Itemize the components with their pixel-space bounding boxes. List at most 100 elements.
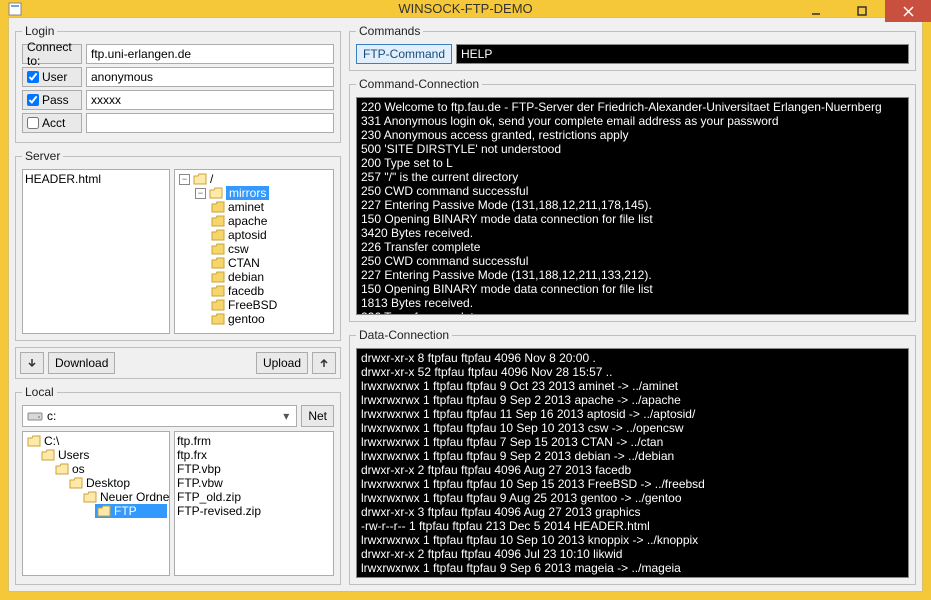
transfer-bar: Download Upload	[15, 347, 341, 379]
folder-icon	[69, 477, 83, 489]
console-line: lrwxrwxrwx 1 ftpfau ftpfau 9 Sep 2 2013 …	[361, 393, 904, 407]
console-line: 220 Welcome to ftp.fau.de - FTP-Server d…	[361, 100, 904, 114]
tree-node-root[interactable]: −/	[177, 172, 331, 186]
titlebar[interactable]: WINSOCK-FTP-DEMO	[0, 0, 931, 17]
folder-icon	[211, 243, 225, 255]
tree-node[interactable]: gentoo	[209, 312, 331, 326]
file-item[interactable]: ftp.frm	[177, 434, 331, 448]
console-line: 250 CWD command successful	[361, 254, 904, 268]
tree-node[interactable]: apache	[209, 214, 331, 228]
acct-label[interactable]: Acct	[22, 113, 82, 133]
tree-node-selected[interactable]: FTP	[95, 504, 167, 518]
chevron-down-icon: ▾	[278, 409, 294, 423]
console-line: lrwxrwxrwx 1 ftpfau ftpfau 10 Sep 15 201…	[361, 477, 904, 491]
ftp-command-input[interactable]	[456, 44, 909, 64]
download-button[interactable]: Download	[48, 352, 115, 374]
user-input[interactable]	[86, 67, 334, 87]
acct-checkbox[interactable]	[27, 117, 39, 129]
server-file-list[interactable]: HEADER.html	[22, 169, 170, 334]
command-connection-console[interactable]: 220 Welcome to ftp.fau.de - FTP-Server d…	[356, 97, 909, 315]
tree-node[interactable]: facedb	[209, 284, 331, 298]
console-line: 500 'SITE DIRSTYLE' not understood	[361, 142, 904, 156]
upload-icon-button[interactable]	[312, 352, 336, 374]
console-line: lrwxrwxrwx 1 ftpfau ftpfau 9 Sep 2 2013 …	[361, 449, 904, 463]
console-line: 200 Type set to L	[361, 156, 904, 170]
net-button[interactable]: Net	[301, 405, 334, 427]
collapse-icon[interactable]: −	[195, 188, 206, 199]
local-group: Local c: ▾ Net C:\UsersosDesktopNeuer Or…	[15, 385, 341, 585]
login-legend: Login	[22, 24, 57, 38]
pass-label[interactable]: Pass	[22, 90, 82, 110]
file-item[interactable]: ftp.frx	[177, 448, 331, 462]
collapse-icon[interactable]: −	[179, 174, 190, 185]
local-dir-tree[interactable]: C:\UsersosDesktopNeuer Ordner (7)FTP	[22, 431, 170, 576]
console-line: lrwxrwxrwx 1 ftpfau ftpfau 9 Sep 6 2013 …	[361, 561, 904, 575]
data-connection-group: Data-Connection drwxr-xr-x 8 ftpfau ftpf…	[349, 328, 916, 585]
folder-icon	[209, 187, 223, 199]
file-item[interactable]: FTP-revised.zip	[177, 504, 331, 518]
folder-icon	[27, 435, 41, 447]
download-icon-button[interactable]	[20, 352, 44, 374]
folder-icon	[211, 215, 225, 227]
console-line: lrwxrwxrwx 1 ftpfau ftpfau 10 Sep 10 201…	[361, 421, 904, 435]
maximize-button[interactable]	[839, 0, 885, 22]
drive-label: c:	[47, 409, 56, 423]
folder-icon	[193, 173, 207, 185]
console-line: 226 Transfer complete	[361, 240, 904, 254]
ftp-command-button[interactable]: FTP-Command	[356, 44, 452, 64]
file-item[interactable]: FTP.vbw	[177, 476, 331, 490]
user-checkbox[interactable]	[27, 71, 39, 83]
folder-icon	[211, 271, 225, 283]
tree-node-root[interactable]: C:\	[25, 434, 167, 448]
client-area: Login Connect to: User Pass	[8, 17, 923, 592]
tree-node[interactable]: CTAN	[209, 256, 331, 270]
console-line: lrwxrwxrwx 1 ftpfau ftpfau 9 Oct 23 2013…	[361, 379, 904, 393]
pass-checkbox[interactable]	[27, 94, 39, 106]
connect-to-input[interactable]	[86, 44, 334, 64]
local-file-list[interactable]: ftp.frmftp.frxFTP.vbpFTP.vbwFTP_old.zipF…	[174, 431, 334, 576]
server-file-item[interactable]: HEADER.html	[25, 172, 167, 186]
console-line: 150 Opening BINARY mode data connection …	[361, 212, 904, 226]
tree-node[interactable]: aptosid	[209, 228, 331, 242]
folder-icon	[211, 285, 225, 297]
console-line: 257 "/" is the current directory	[361, 170, 904, 184]
console-line: lrwxrwxrwx 1 ftpfau ftpfau 10 Sep 10 201…	[361, 533, 904, 547]
console-line: 227 Entering Passive Mode (131,188,12,21…	[361, 268, 904, 282]
file-item[interactable]: FTP_old.zip	[177, 490, 331, 504]
upload-button[interactable]: Upload	[256, 352, 308, 374]
console-line: 250 CWD command successful	[361, 184, 904, 198]
tree-node[interactable]: csw	[209, 242, 331, 256]
console-line: 150 Opening BINARY mode data connection …	[361, 282, 904, 296]
tree-node-mirrors[interactable]: −mirrors	[193, 186, 331, 200]
folder-icon	[211, 257, 225, 269]
tree-node[interactable]: Users	[39, 448, 167, 462]
data-connection-console[interactable]: drwxr-xr-x 8 ftpfau ftpfau 4096 Nov 8 20…	[356, 348, 909, 578]
minimize-button[interactable]	[793, 0, 839, 22]
folder-icon	[211, 299, 225, 311]
tree-node[interactable]: FreeBSD	[209, 298, 331, 312]
server-legend: Server	[22, 149, 63, 163]
drive-select[interactable]: c: ▾	[22, 405, 297, 427]
console-line: lrwxrwxrwx 1 ftpfau ftpfau 11 Sep 16 201…	[361, 407, 904, 421]
tree-node[interactable]: os	[53, 462, 167, 476]
user-label[interactable]: User	[22, 67, 82, 87]
folder-icon	[41, 449, 55, 461]
acct-input[interactable]	[86, 113, 334, 133]
close-button[interactable]	[885, 0, 931, 22]
pass-input[interactable]	[86, 90, 334, 110]
console-line: 3420 Bytes received.	[361, 226, 904, 240]
console-line: -rw-r--r-- 1 ftpfau ftpfau 213 Dec 5 201…	[361, 519, 904, 533]
tree-node[interactable]: Desktop	[67, 476, 167, 490]
console-line: drwxr-xr-x 2 ftpfau ftpfau 4096 Jul 23 1…	[361, 547, 904, 561]
commands-legend: Commands	[356, 24, 423, 38]
connect-to-label: Connect to:	[22, 44, 82, 64]
file-item[interactable]: FTP.vbp	[177, 462, 331, 476]
server-dir-tree[interactable]: −/−mirrorsaminetapacheaptosidcswCTANdebi…	[174, 169, 334, 334]
tree-node[interactable]: Neuer Ordner (7)	[81, 490, 167, 504]
folder-icon	[211, 229, 225, 241]
app-icon	[0, 1, 30, 17]
tree-node[interactable]: debian	[209, 270, 331, 284]
console-line: drwxr-xr-x 8 ftpfau ftpfau 4096 Nov 8 20…	[361, 351, 904, 365]
console-line: 226 Transfer complete	[361, 310, 904, 315]
tree-node[interactable]: aminet	[209, 200, 331, 214]
